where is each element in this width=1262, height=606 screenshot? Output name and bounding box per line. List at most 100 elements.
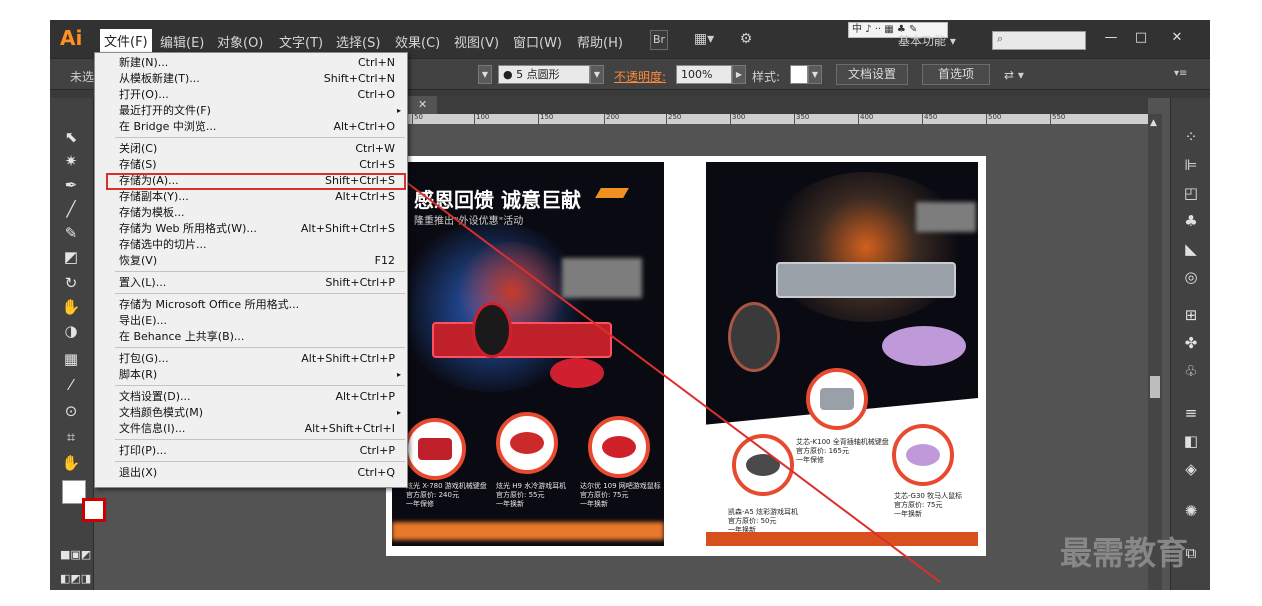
search-input[interactable]: ⌕ — [992, 31, 1086, 50]
drawing-mode-icons[interactable]: ◧◩◨ — [60, 568, 91, 590]
menu-item-scripts[interactable]: 脚本(R) ▸ — [95, 367, 407, 383]
menu-item-revert[interactable]: 恢复(V) F12 — [95, 253, 407, 269]
menu-item-document-setup[interactable]: 文档设置(D)... Alt+Ctrl+P — [95, 389, 407, 405]
menu-item-save-slices[interactable]: 存储选中的切片... — [95, 237, 407, 253]
scrollbar-thumb[interactable] — [1150, 376, 1160, 398]
appearance-icon[interactable]: ◎ — [1179, 266, 1203, 288]
menu-item-print[interactable]: 打印(P)... Ctrl+P — [95, 443, 407, 459]
gpu-performance-icon[interactable]: ⚙ — [734, 30, 758, 50]
menu-item-document-color-mode[interactable]: 文档颜色模式(M) ▸ — [95, 405, 407, 421]
menu-item-new[interactable]: 新建(N)... Ctrl+N — [95, 55, 407, 71]
menu-item-place[interactable]: 置入(L)... Shift+Ctrl+P — [95, 275, 407, 291]
menu-item-package[interactable]: 打包(G)... Alt+Shift+Ctrl+P — [95, 351, 407, 367]
scroll-up-arrow[interactable]: ▲ — [1150, 118, 1157, 128]
restore-button[interactable]: □ — [1126, 28, 1156, 48]
menu-object[interactable]: 对象(O) — [217, 32, 263, 51]
menu-effect[interactable]: 效果(C) — [395, 32, 440, 51]
menu-item-shortcut: Ctrl+P — [359, 444, 395, 457]
menu-item-shortcut: Shift+Ctrl+P — [325, 276, 395, 289]
menu-separator — [115, 137, 405, 138]
menu-item-browse-bridge[interactable]: 在 Bridge 中浏览... Alt+Ctrl+O — [95, 119, 407, 135]
document-tab[interactable]: ✕ — [408, 96, 438, 114]
menu-edit[interactable]: 编辑(E) — [160, 32, 204, 51]
submenu-arrow-icon: ▸ — [396, 408, 401, 417]
rotate-tool-icon[interactable]: ↻ — [60, 272, 82, 294]
transparency-icon[interactable]: ◧ — [1179, 430, 1203, 452]
artboard-tool-icon[interactable]: ⌗ — [60, 426, 82, 448]
minimize-button[interactable]: — — [1096, 28, 1126, 48]
menu-window[interactable]: 窗口(W) — [513, 32, 562, 51]
shape-builder-icon[interactable]: ◑ — [60, 320, 82, 342]
menu-item-file-info[interactable]: 文件信息(I)... Alt+Shift+Ctrl+I — [95, 421, 407, 437]
ruler-tick: 350 — [794, 114, 809, 124]
symbols-icon[interactable]: ♣ — [1179, 210, 1203, 232]
vertical-scrollbar[interactable] — [1148, 114, 1162, 590]
style-swatch[interactable] — [790, 65, 808, 84]
menu-item-close[interactable]: 关闭(C) Ctrl+W — [95, 141, 407, 157]
graphic-styles-icon[interactable]: ✺ — [1179, 500, 1203, 522]
menu-item-save-template[interactable]: 存储为模板... — [95, 205, 407, 221]
arrange-documents-icon[interactable]: ▦▾ — [690, 30, 718, 50]
color-mode-icons[interactable]: ■▣◩ — [60, 544, 91, 566]
style-dropdown-arrow[interactable]: ▼ — [808, 65, 822, 84]
symbol-sprayer-icon[interactable]: ♧ — [1179, 360, 1203, 382]
layers-icon[interactable]: ◈ — [1179, 458, 1203, 480]
magic-wand-icon[interactable]: ✷ — [60, 150, 82, 172]
align-panel-icon[interactable]: ⊫ — [1179, 154, 1203, 176]
menu-item-export[interactable]: 导出(E)... — [95, 313, 407, 329]
gradient-icon[interactable]: ◣ — [1179, 238, 1203, 260]
workspace-switcher[interactable]: 基本功能 ▾ — [898, 32, 956, 49]
artboard[interactable]: 感恩回馈 诚意巨献 隆重推出"外设优惠"活动 炫光 X-780 游戏机械键盘 官方… — [386, 156, 986, 556]
menu-help[interactable]: 帮助(H) — [577, 32, 623, 51]
menu-item-save-office[interactable]: 存储为 Microsoft Office 所用格式... — [95, 297, 407, 313]
close-button[interactable]: ✕ — [1162, 28, 1192, 48]
hand-tool-icon[interactable]: ✋ — [60, 452, 82, 474]
document-setup-button[interactable]: 文档设置 — [836, 64, 908, 85]
menu-item-new-from-template[interactable]: 从模板新建(T)... Shift+Ctrl+N — [95, 71, 407, 87]
menu-item-label: 文件信息(I)... — [119, 422, 186, 435]
menu-view[interactable]: 视图(V) — [454, 32, 499, 51]
eyedropper-icon[interactable]: ⁄ — [60, 374, 82, 396]
transform-icon[interactable]: ⇄ ▾ — [1004, 68, 1024, 82]
zoom-tool-icon[interactable]: ⊙ — [60, 400, 82, 422]
menu-item-share-behance[interactable]: 在 Behance 上共享(B)... — [95, 329, 407, 345]
silver-keyboard-graphic — [776, 262, 956, 298]
menu-file[interactable]: 文件(F) — [100, 29, 152, 52]
menu-item-save[interactable]: 存储(S) Ctrl+S — [95, 157, 407, 173]
opacity-label[interactable]: 不透明度: — [614, 68, 666, 85]
brushes-icon[interactable]: ✤ — [1179, 332, 1203, 354]
eraser-icon[interactable]: ◩ — [60, 246, 82, 268]
bridge-button[interactable]: Br — [650, 30, 668, 50]
perspective-grid-icon[interactable]: ▦ — [60, 348, 82, 370]
opacity-input[interactable]: 100% — [676, 65, 732, 84]
flyer-page-right[interactable]: 艾芯-K100 全背插轴机械键盘 官方原价: 165元 一年保修 凯森-A5 炫彩游… — [706, 162, 978, 546]
stroke-dropdown-arrow[interactable]: ▼ — [478, 65, 492, 84]
menu-item-shortcut: Alt+Shift+Ctrl+P — [301, 352, 395, 365]
panel-menu-icon[interactable]: ▾≡ — [1174, 68, 1187, 79]
headset-graphic — [728, 302, 780, 372]
close-icon[interactable]: ✕ — [418, 98, 427, 111]
color-guide-icon[interactable]: ⁘ — [1179, 126, 1203, 148]
menu-item-label: 退出(X) — [119, 466, 158, 479]
flyer-page-left[interactable]: 感恩回馈 诚意巨献 隆重推出"外设优惠"活动 炫光 X-780 游戏机械键盘 官方… — [392, 162, 664, 546]
stroke-panel-icon[interactable]: ≡ — [1179, 402, 1203, 424]
warp-tool-icon[interactable]: ✋ — [60, 296, 82, 318]
menu-item-recent-files[interactable]: 最近打开的文件(F) ▸ — [95, 103, 407, 119]
menu-type[interactable]: 文字(T) — [279, 32, 323, 51]
menu-item-open[interactable]: 打开(O)... Ctrl+O — [95, 87, 407, 103]
menu-item-save-web[interactable]: 存储为 Web 所用格式(W)... Alt+Shift+Ctrl+S — [95, 221, 407, 237]
brush-dropdown-arrow[interactable]: ▼ — [590, 65, 604, 84]
pen-tool-icon[interactable]: ✒ — [60, 174, 82, 196]
menu-select[interactable]: 选择(S) — [336, 32, 380, 51]
menu-item-exit[interactable]: 退出(X) Ctrl+Q — [95, 465, 407, 481]
menu-item-save-copy[interactable]: 存储副本(Y)... Alt+Ctrl+S — [95, 189, 407, 205]
brush-dropdown[interactable]: ● 5 点圆形 — [498, 65, 590, 84]
selection-tool-icon[interactable]: ⬉ — [60, 126, 82, 148]
line-tool-icon[interactable]: ╱ — [60, 198, 82, 220]
pathfinder-icon[interactable]: ◰ — [1179, 182, 1203, 204]
stroke-swatch[interactable] — [82, 498, 106, 522]
opacity-arrow[interactable]: ▶ — [732, 65, 746, 84]
paintbrush-icon[interactable]: ✎ — [60, 222, 82, 244]
preferences-button[interactable]: 首选项 — [922, 64, 990, 85]
transform-panel-icon[interactable]: ⊞ — [1179, 304, 1203, 326]
